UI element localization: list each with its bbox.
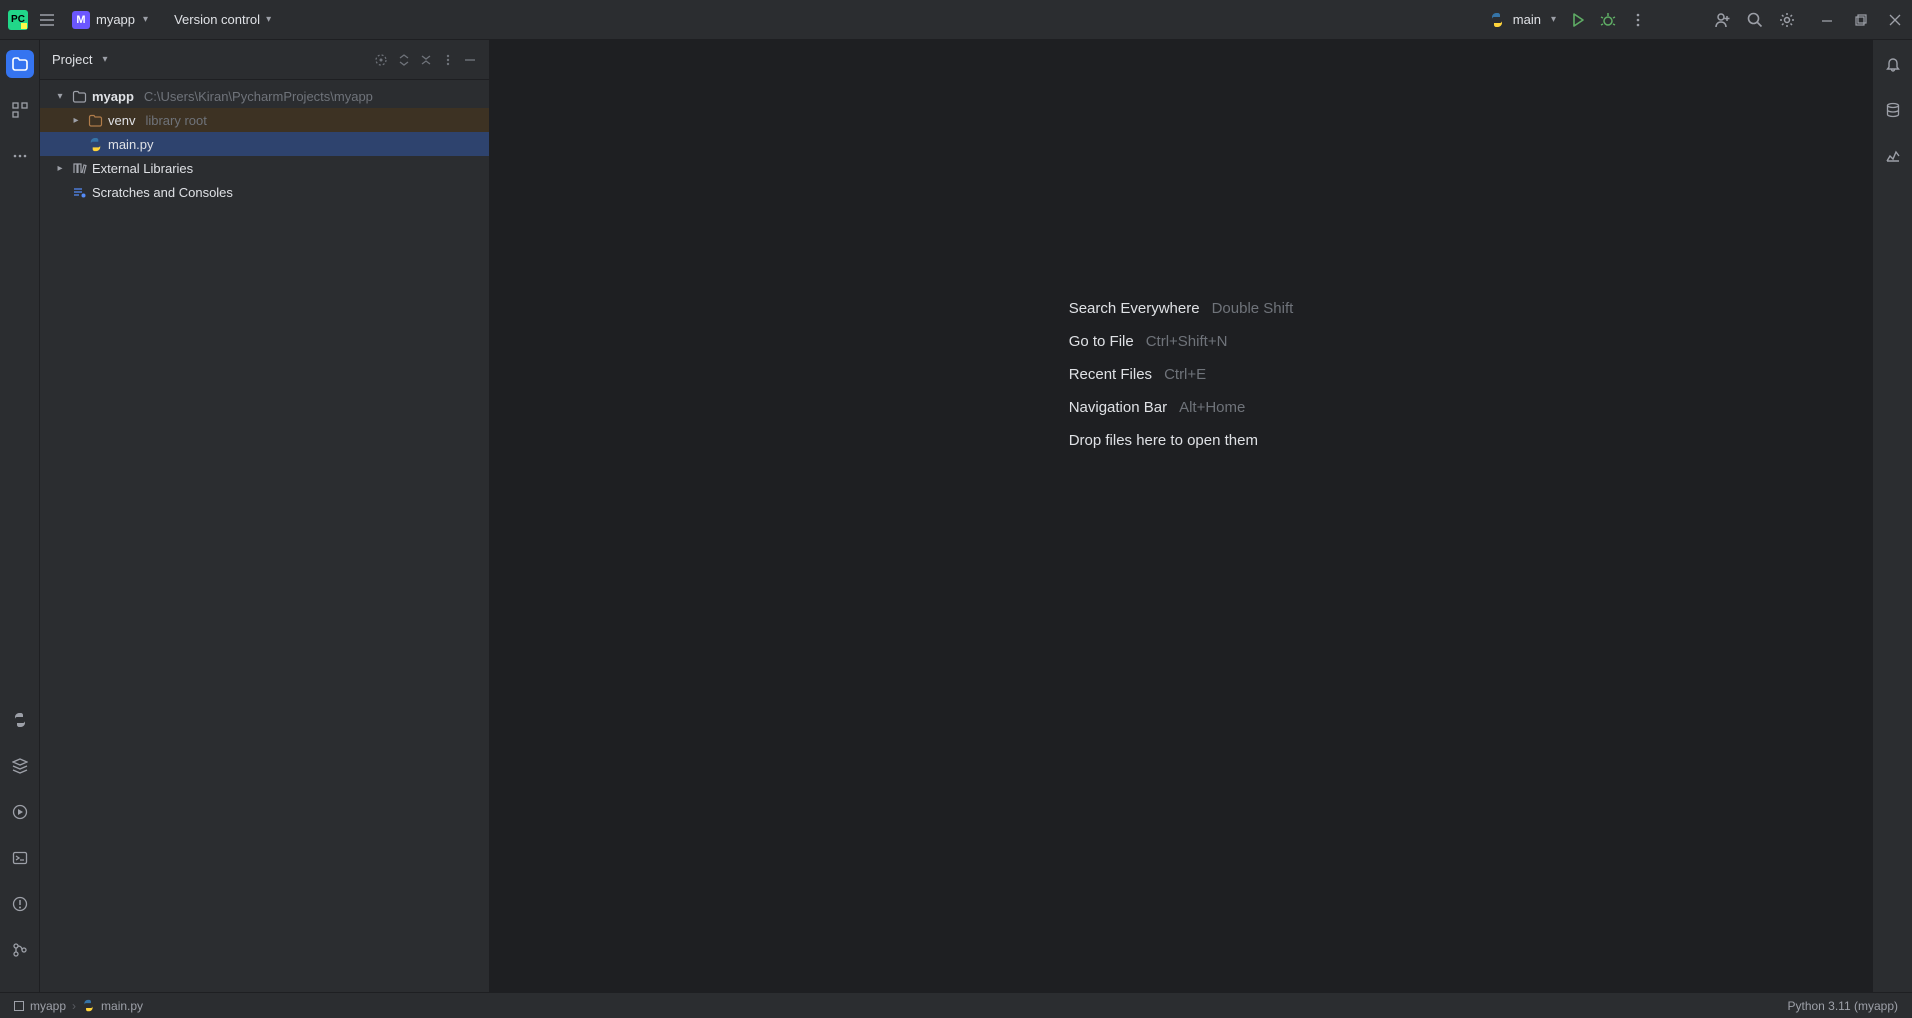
module-icon	[14, 1001, 24, 1011]
tool-more-icon[interactable]	[6, 142, 34, 170]
chevron-right-icon[interactable]: ▸	[68, 115, 84, 126]
tool-terminal-icon[interactable]	[6, 844, 34, 872]
collapse-all-icon[interactable]	[419, 53, 433, 67]
chevron-right-icon[interactable]: ▸	[52, 163, 68, 174]
tree-root[interactable]: ▾ myapp C:\Users\Kiran\PycharmProjects\m…	[40, 84, 489, 108]
tree-venv-name: venv	[108, 113, 135, 128]
project-panel-header: Project ▾	[40, 40, 489, 80]
empty-go-to-file[interactable]: Go to File Ctrl+Shift+N	[1069, 333, 1294, 350]
tree-root-name: myapp	[92, 89, 134, 104]
chevron-down-icon: ▾	[143, 14, 148, 25]
python-file-icon	[88, 136, 104, 152]
tree-venv-hint: library root	[145, 113, 206, 128]
debug-button[interactable]	[1600, 12, 1616, 28]
chevron-down-icon[interactable]: ▾	[102, 54, 107, 65]
project-badge: M	[72, 11, 90, 29]
breadcrumb[interactable]: myapp › main.py	[14, 999, 143, 1013]
code-with-me-icon[interactable]	[1714, 11, 1732, 29]
tree-root-path: C:\Users\Kiran\PycharmProjects\myapp	[144, 89, 373, 104]
tree-external-libraries[interactable]: ▸ External Libraries	[40, 156, 489, 180]
pycharm-icon: PC	[8, 10, 28, 30]
chevron-down-icon: ▾	[1551, 14, 1556, 25]
empty-search-everywhere[interactable]: Search Everywhere Double Shift	[1069, 300, 1294, 317]
search-icon[interactable]	[1746, 11, 1764, 29]
empty-recent-files[interactable]: Recent Files Ctrl+E	[1069, 366, 1294, 383]
scratches-icon	[72, 184, 88, 200]
version-control-menu[interactable]: Version control ▾	[174, 12, 271, 27]
run-config-selector[interactable]: main ▾	[1489, 12, 1556, 28]
maximize-icon[interactable]	[1854, 13, 1870, 27]
project-tool-window: Project ▾ ▾	[40, 40, 490, 992]
project-panel-title: Project	[52, 52, 92, 67]
tool-structure-icon[interactable]	[6, 96, 34, 124]
tool-problems-icon[interactable]	[6, 890, 34, 918]
main-menu-icon[interactable]	[38, 11, 56, 29]
tool-packages-icon[interactable]	[6, 752, 34, 780]
hide-panel-icon[interactable]	[463, 53, 477, 67]
chevron-down-icon[interactable]: ▾	[52, 91, 68, 102]
project-selector[interactable]: M myapp ▾	[66, 9, 154, 31]
tree-venv[interactable]: ▸ venv library root	[40, 108, 489, 132]
python-file-icon	[82, 999, 95, 1012]
tool-services-icon[interactable]	[6, 798, 34, 826]
empty-navigation-bar[interactable]: Navigation Bar Alt+Home	[1069, 399, 1294, 416]
titlebar: PC M myapp ▾ Version control ▾ main ▾	[0, 0, 1912, 40]
close-icon[interactable]	[1888, 13, 1904, 27]
chevron-down-icon: ▾	[266, 14, 271, 25]
left-tool-rail	[0, 40, 40, 992]
tool-sciview-icon[interactable]	[1879, 142, 1907, 170]
empty-drop-files: Drop files here to open them	[1069, 432, 1294, 449]
run-config-name: main	[1513, 12, 1541, 27]
library-icon	[72, 160, 88, 176]
project-name: myapp	[96, 12, 135, 27]
tool-notifications-icon[interactable]	[1879, 50, 1907, 78]
interpreter-widget[interactable]: Python 3.11 (myapp)	[1787, 999, 1898, 1013]
tree-scratches[interactable]: Scratches and Consoles	[40, 180, 489, 204]
tool-python-console-icon[interactable]	[6, 706, 34, 734]
right-tool-rail	[1872, 40, 1912, 992]
expand-all-icon[interactable]	[397, 53, 411, 67]
tree-extlibs-label: External Libraries	[92, 161, 193, 176]
tree-scratches-label: Scratches and Consoles	[92, 185, 233, 200]
tool-vcs-icon[interactable]	[6, 936, 34, 964]
settings-icon[interactable]	[1778, 11, 1796, 29]
panel-options-icon[interactable]	[441, 53, 455, 67]
empty-state: Search Everywhere Double Shift Go to Fil…	[1069, 300, 1294, 449]
select-opened-file-icon[interactable]	[373, 52, 389, 68]
editor-empty-area: Search Everywhere Double Shift Go to Fil…	[490, 40, 1872, 992]
folder-icon	[88, 112, 104, 128]
tree-mainpy[interactable]: main.py	[40, 132, 489, 156]
tool-project-icon[interactable]	[6, 50, 34, 78]
folder-icon	[72, 88, 88, 104]
minimize-icon[interactable]	[1820, 13, 1836, 27]
more-actions-icon[interactable]	[1630, 12, 1646, 28]
run-button[interactable]	[1570, 12, 1586, 28]
project-tree: ▾ myapp C:\Users\Kiran\PycharmProjects\m…	[40, 80, 489, 992]
tree-mainpy-name: main.py	[108, 137, 154, 152]
tool-database-icon[interactable]	[1879, 96, 1907, 124]
statusbar: myapp › main.py Python 3.11 (myapp)	[0, 992, 1912, 1018]
python-icon	[1489, 12, 1505, 28]
